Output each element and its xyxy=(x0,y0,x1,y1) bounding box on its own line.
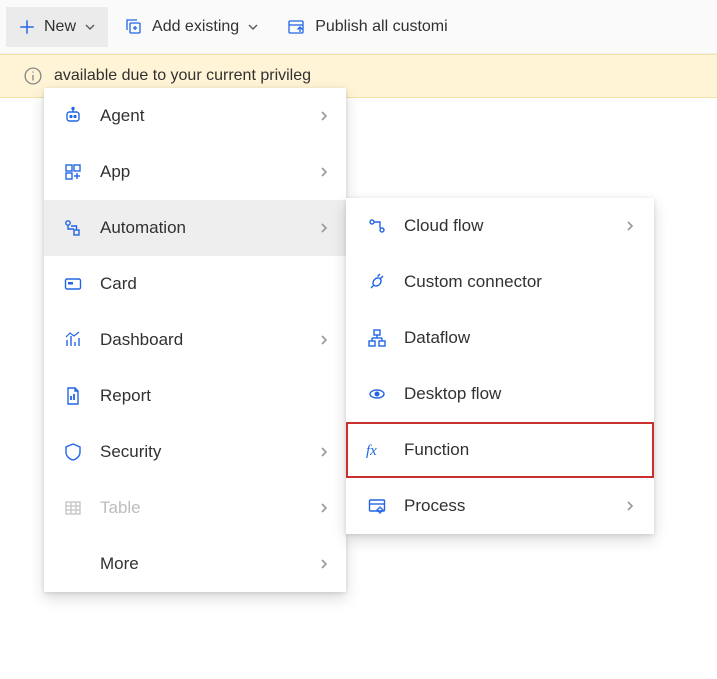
desktop-flow-icon xyxy=(364,384,390,404)
add-existing-label: Add existing xyxy=(152,18,239,36)
menu-item-card[interactable]: Card xyxy=(44,256,346,312)
submenu-item-desktop-flow[interactable]: Desktop flow xyxy=(346,366,654,422)
publish-label: Publish all customi xyxy=(315,18,448,36)
submenu-label: Process xyxy=(404,496,624,516)
submenu-item-process[interactable]: Process xyxy=(346,478,654,534)
submenu-item-function[interactable]: fx Function xyxy=(346,422,654,478)
menu-item-dashboard[interactable]: Dashboard xyxy=(44,312,346,368)
custom-connector-icon xyxy=(364,272,390,292)
automation-submenu: Cloud flow Custom connector Dataflow Des… xyxy=(346,198,654,534)
menu-label: Agent xyxy=(100,106,318,126)
menu-item-report[interactable]: Report xyxy=(44,368,346,424)
chevron-right-icon xyxy=(318,501,330,515)
info-text: available due to your current privileg xyxy=(54,67,311,85)
dashboard-icon xyxy=(60,330,86,350)
menu-label: Report xyxy=(100,386,330,406)
submenu-item-cloud-flow[interactable]: Cloud flow xyxy=(346,198,654,254)
menu-label: Automation xyxy=(100,218,318,238)
report-icon xyxy=(60,386,86,406)
menu-item-table: Table xyxy=(44,480,346,536)
new-label: New xyxy=(44,18,76,36)
chevron-right-icon xyxy=(318,109,330,123)
menu-label: App xyxy=(100,162,318,182)
new-button[interactable]: New xyxy=(6,7,108,47)
agent-icon xyxy=(60,106,86,126)
submenu-label: Cloud flow xyxy=(404,216,624,236)
menu-item-automation[interactable]: Automation xyxy=(44,200,346,256)
chevron-right-icon xyxy=(318,165,330,179)
add-existing-button[interactable]: Add existing xyxy=(112,7,271,47)
chevron-right-icon xyxy=(318,333,330,347)
process-icon xyxy=(364,496,390,516)
publish-button[interactable]: Publish all customi xyxy=(275,7,460,47)
menu-label: Table xyxy=(100,498,318,518)
chevron-right-icon xyxy=(624,219,636,233)
plus-icon xyxy=(18,18,36,36)
new-menu: Agent App Automation Card Dashboard xyxy=(44,88,346,592)
cloud-flow-icon xyxy=(364,216,390,236)
submenu-label: Desktop flow xyxy=(404,384,636,404)
menu-item-app[interactable]: App xyxy=(44,144,346,200)
chevron-right-icon xyxy=(318,557,330,571)
menu-label: Security xyxy=(100,442,318,462)
chevron-down-icon xyxy=(84,21,96,33)
chevron-down-icon xyxy=(247,21,259,33)
menu-item-more[interactable]: More xyxy=(44,536,346,592)
submenu-label: Custom connector xyxy=(404,272,636,292)
publish-icon xyxy=(287,18,307,36)
submenu-label: Function xyxy=(404,440,636,460)
command-bar: New Add existing Publish all customi xyxy=(0,0,717,54)
table-icon xyxy=(60,498,86,518)
menu-item-agent[interactable]: Agent xyxy=(44,88,346,144)
info-icon xyxy=(24,67,42,85)
chevron-right-icon xyxy=(318,221,330,235)
dataflow-icon xyxy=(364,328,390,348)
add-existing-icon xyxy=(124,18,144,36)
submenu-label: Dataflow xyxy=(404,328,636,348)
automation-icon xyxy=(60,218,86,238)
security-icon xyxy=(60,442,86,462)
card-icon xyxy=(60,274,86,294)
svg-text:fx: fx xyxy=(366,443,377,459)
menu-item-security[interactable]: Security xyxy=(44,424,346,480)
submenu-item-dataflow[interactable]: Dataflow xyxy=(346,310,654,366)
menu-label: Dashboard xyxy=(100,330,318,350)
chevron-right-icon xyxy=(624,499,636,513)
menu-label: More xyxy=(100,554,318,574)
app-icon xyxy=(60,162,86,182)
chevron-right-icon xyxy=(318,445,330,459)
submenu-item-custom-connector[interactable]: Custom connector xyxy=(346,254,654,310)
menu-label: Card xyxy=(100,274,330,294)
function-icon: fx xyxy=(364,440,390,460)
